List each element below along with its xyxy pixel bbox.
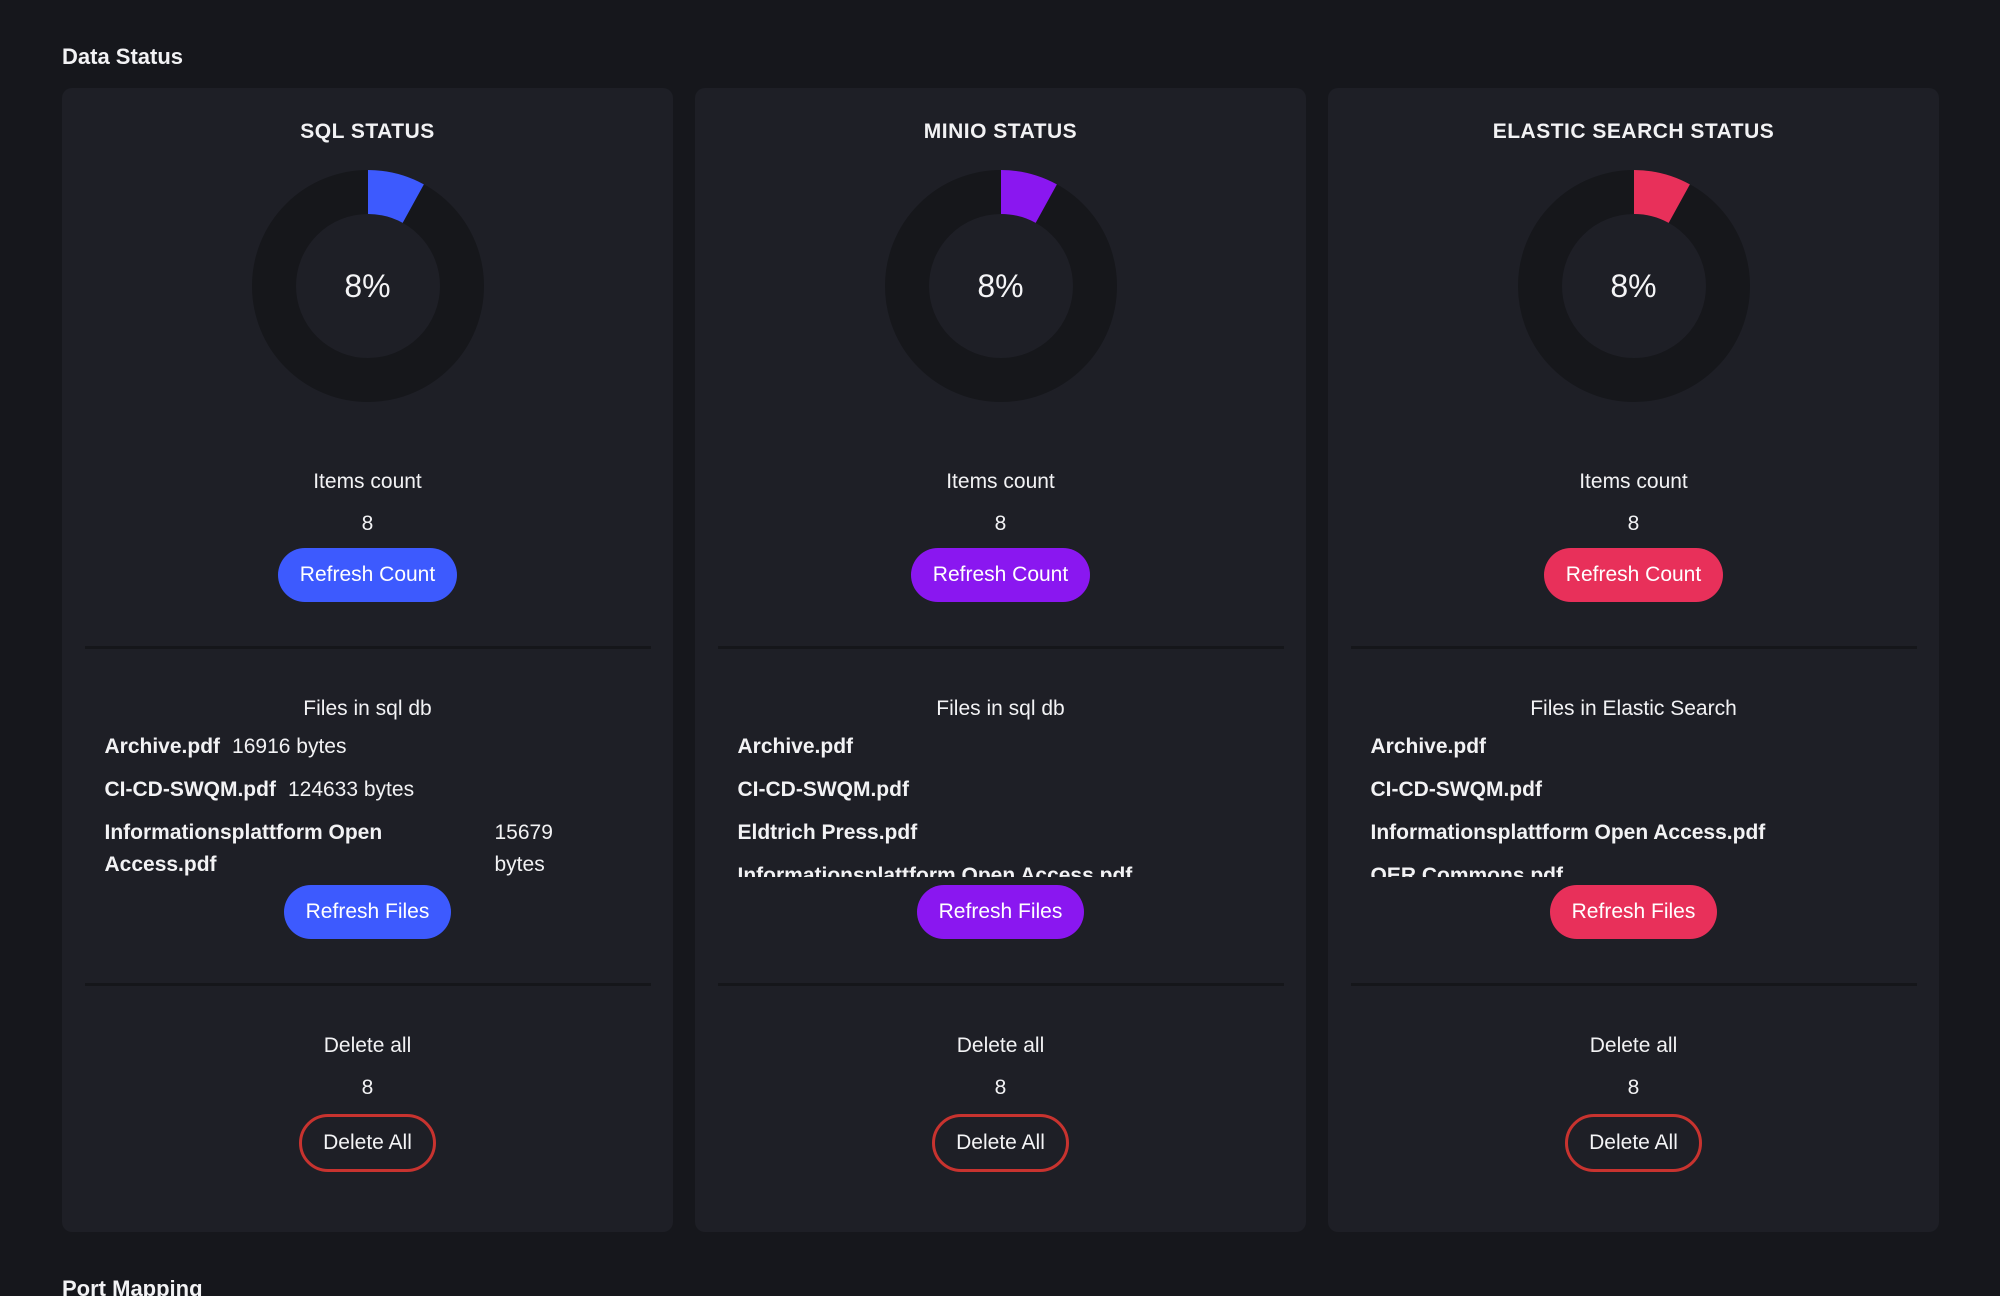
file-name: Informationsplattform Open Access.pdf [737,864,1133,877]
file-row: CI-CD-SWQM.pdf 124633 bytes [105,774,631,806]
elastic-search-status-card: ELASTIC SEARCH STATUS 8% Items count 8 R… [1328,88,1939,1232]
file-row: Eldtrich Press.pdf [738,817,1264,849]
items-count-value: 8 [994,512,1007,535]
refresh-count-button[interactable]: Refresh Count [910,548,1091,602]
file-name: Informationsplattform Open Access.pdf [1370,821,1766,844]
items-count-label: Items count [313,470,422,493]
delete-all-count: 8 [1627,1076,1640,1099]
delete-all-button[interactable]: Delete All [299,1114,436,1172]
file-name: CI-CD-SWQM.pdf [737,778,909,801]
divider [1350,983,1917,986]
divider [1350,646,1917,649]
progress-donut: 8% [251,170,484,402]
delete-all-button[interactable]: Delete All [932,1114,1069,1172]
progress-donut: 8% [884,170,1117,402]
file-list[interactable]: Archive.pdf CI-CD-SWQM.pdf Eldtrich Pres… [738,731,1264,877]
section-title: Data Status [62,44,184,69]
refresh-files-button[interactable]: Refresh Files [916,885,1085,939]
file-size: 15679 bytes [494,821,553,876]
items-count-label: Items count [946,470,1055,493]
file-size: 124633 bytes [287,778,415,801]
card-title: ELASTIC SEARCH STATUS [1492,120,1775,143]
card-title: MINIO STATUS [923,120,1078,143]
files-title: Files in sql db [936,697,1065,720]
card-title: SQL STATUS [300,120,435,143]
file-size: 16916 bytes [232,735,347,758]
items-count-value: 8 [1627,512,1640,535]
file-row: CI-CD-SWQM.pdf [1371,774,1897,806]
refresh-files-button[interactable]: Refresh Files [1549,885,1718,939]
items-count-label: Items count [1579,470,1688,493]
files-title: Files in Elastic Search [1530,697,1737,720]
file-list[interactable]: Archive.pdf 16916 bytes CI-CD-SWQM.pdf 1… [105,731,631,877]
file-name: Informationsplattform Open Access.pdf [104,821,383,876]
divider [717,983,1284,986]
donut-percent-label: 8% [344,267,391,304]
delete-all-button[interactable]: Delete All [1565,1114,1702,1172]
port-mapping-title: Port Mapping [62,1276,203,1296]
divider [84,983,651,986]
delete-all-label: Delete all [1589,1034,1678,1057]
files-title: Files in sql db [303,697,432,720]
donut-percent-label: 8% [1610,267,1657,304]
file-row: Informationsplattform Open Access.pdf [1371,817,1897,849]
progress-donut: 8% [1517,170,1750,402]
file-name: OER Commons.pdf [1370,864,1564,877]
file-name: Eldtrich Press.pdf [737,821,918,844]
file-row: Archive.pdf [1371,731,1897,763]
delete-all-count: 8 [361,1076,374,1099]
divider [717,646,1284,649]
delete-all-label: Delete all [323,1034,412,1057]
file-name: CI-CD-SWQM.pdf [1370,778,1542,801]
file-list[interactable]: Archive.pdf CI-CD-SWQM.pdf Informationsp… [1371,731,1897,877]
file-row: Informationsplattform Open Access.pdf [738,860,1264,877]
file-row: Archive.pdf [738,731,1264,763]
file-row: CI-CD-SWQM.pdf [738,774,1264,806]
donut-percent-label: 8% [977,267,1024,304]
items-count-value: 8 [361,512,374,535]
refresh-count-button[interactable]: Refresh Count [277,548,458,602]
divider [84,646,651,649]
file-row: OER Commons.pdf [1371,860,1897,877]
file-name: Archive.pdf [737,735,854,758]
delete-all-label: Delete all [956,1034,1045,1057]
delete-all-count: 8 [994,1076,1007,1099]
refresh-files-button[interactable]: Refresh Files [283,885,452,939]
file-name: CI-CD-SWQM.pdf [104,778,276,801]
file-name: Archive.pdf [1370,735,1487,758]
sql-status-card: SQL STATUS 8% Items count 8 Refresh Coun… [62,88,673,1232]
file-row: Informationsplattform Open Access.pdf 15… [105,817,631,877]
refresh-count-button[interactable]: Refresh Count [1543,548,1724,602]
data-status-page: Data Status SQL STATUS 8% Items count 8 … [0,0,2000,1296]
file-name: Archive.pdf [104,735,221,758]
minio-status-card: MINIO STATUS 8% Items count 8 Refresh Co… [695,88,1306,1232]
file-row: Archive.pdf 16916 bytes [105,731,631,763]
